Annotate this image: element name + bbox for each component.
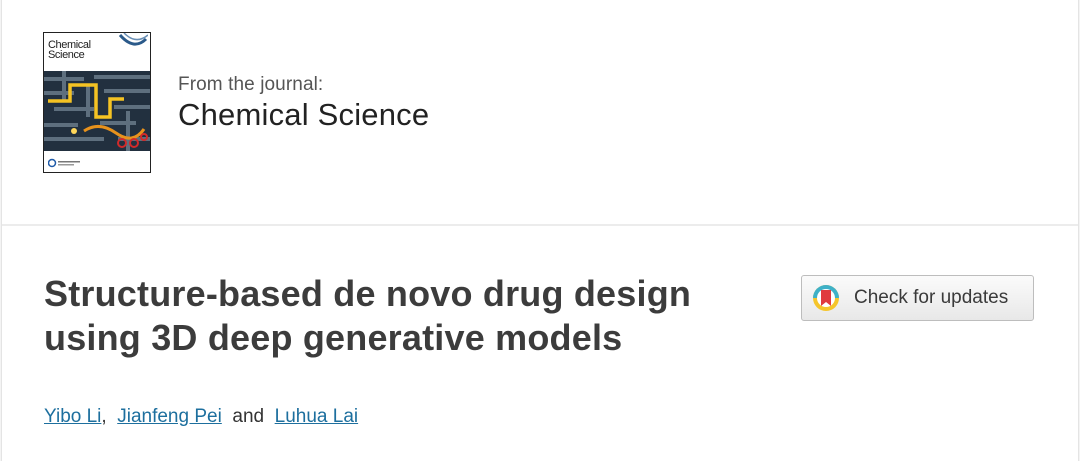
article-title-line2: using 3D deep generative models: [44, 317, 623, 358]
author-separator: ,: [101, 406, 107, 427]
author-link[interactable]: Luhua Lai: [275, 406, 358, 427]
publisher-logo-icon: [48, 158, 80, 168]
journal-header: Chemical Science From the journal: Chemi…: [2, 0, 1078, 226]
check-for-updates-button[interactable]: Check for updates: [801, 275, 1034, 321]
journal-cover-image[interactable]: Chemical Science: [43, 32, 151, 173]
article-page: Chemical Science From the journal: Chemi…: [1, 0, 1079, 461]
journal-from-label: From the journal:: [178, 74, 324, 95]
article-title-line1: Structure-based de novo drug design: [44, 273, 692, 314]
article-title: Structure-based de novo drug design usin…: [44, 272, 764, 360]
author-link[interactable]: Yibo Li: [44, 406, 101, 427]
crossmark-icon: [813, 285, 839, 311]
cover-title: Chemical Science: [48, 40, 118, 61]
cover-maze-artwork: [44, 71, 150, 151]
cover-swirl-icon: [118, 33, 148, 46]
author-list: Yibo Li, Jianfeng Pei and Luhua Lai: [44, 406, 358, 428]
journal-name-link[interactable]: Chemical Science: [178, 97, 429, 133]
author-conjunction: and: [232, 406, 265, 427]
check-for-updates-label: Check for updates: [854, 287, 1009, 308]
author-link[interactable]: Jianfeng Pei: [117, 406, 222, 427]
cover-title-line2: Science: [48, 49, 85, 61]
